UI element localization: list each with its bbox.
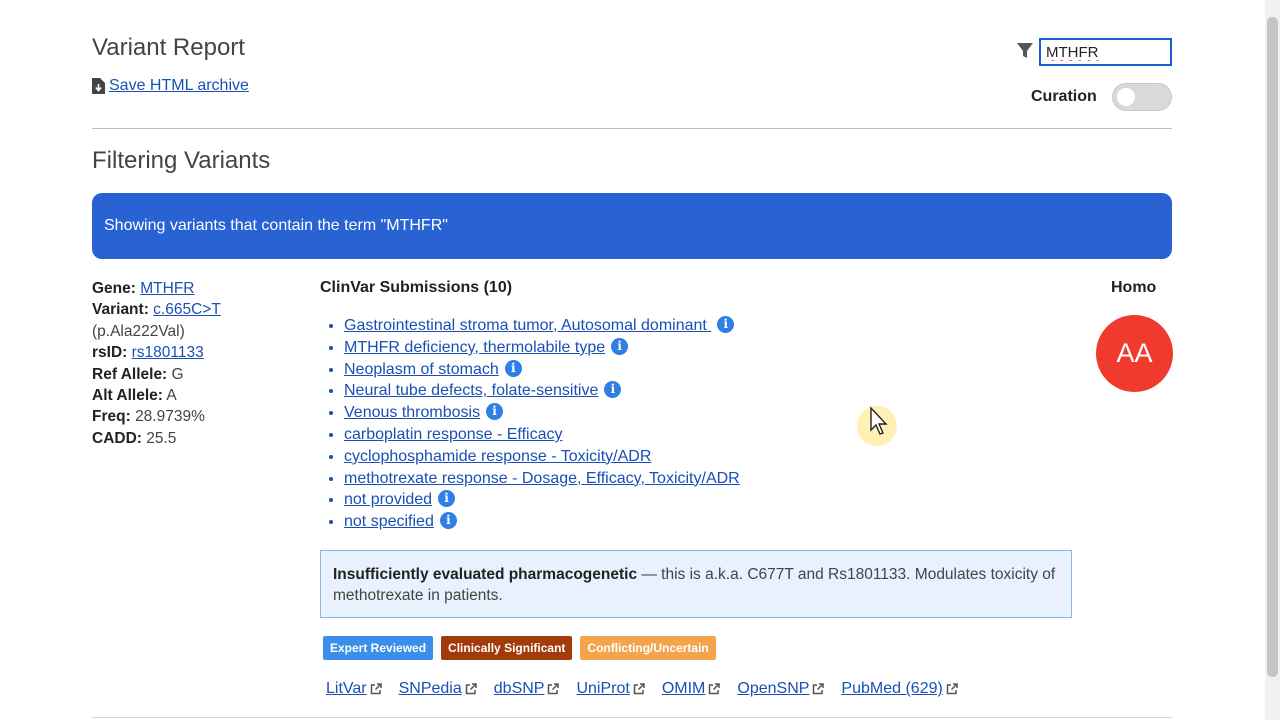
- info-icon[interactable]: i: [439, 512, 457, 530]
- info-icon[interactable]: i: [486, 403, 504, 421]
- ref-allele-row: Ref Allele: G: [92, 364, 221, 385]
- clinvar-condition-item: not specified i: [344, 511, 740, 533]
- filter-banner: Showing variants that contain the term "…: [92, 193, 1172, 259]
- section-title: Filtering Variants: [92, 147, 271, 174]
- save-html-archive-link[interactable]: Save HTML archive: [92, 77, 249, 95]
- clinvar-condition-link[interactable]: methotrexate response - Dosage, Efficacy…: [344, 470, 740, 487]
- info-icon[interactable]: i: [604, 381, 622, 399]
- clinvar-condition-link[interactable]: Gastrointestinal stroma tumor, Autosomal…: [344, 317, 711, 334]
- clinvar-condition-item: Gastrointestinal stroma tumor, Autosomal…: [344, 315, 740, 337]
- ref-allele-value: G: [171, 365, 184, 383]
- external-link-icon: [548, 683, 560, 695]
- gene-link[interactable]: MTHFR: [140, 280, 194, 297]
- rsid-link[interactable]: rs1801133: [132, 344, 204, 361]
- external-link-item: LitVar: [326, 680, 382, 698]
- filter-banner-text: Showing variants that contain the term "…: [104, 217, 448, 234]
- clinvar-condition-link[interactable]: not specified: [344, 513, 434, 530]
- alt-allele-label: Alt Allele:: [92, 387, 163, 405]
- filter-icon: [1017, 43, 1033, 58]
- gene-label: Gene:: [92, 280, 136, 297]
- ref-allele-label: Ref Allele:: [92, 365, 168, 383]
- toggle-knob: [1117, 88, 1135, 106]
- clinvar-condition-item: cyclophosphamide response - Toxicity/ADR: [344, 446, 740, 468]
- clinvar-condition-link[interactable]: MTHFR deficiency, thermolabile type: [344, 339, 605, 356]
- external-link-icon: [370, 683, 382, 695]
- external-link-item: OpenSNP: [737, 680, 825, 698]
- external-link[interactable]: dbSNP: [494, 680, 545, 698]
- freq-value: 28.9739%: [135, 408, 205, 426]
- review-badge: Conflicting/Uncertain: [580, 636, 716, 660]
- clinvar-condition-item: methotrexate response - Dosage, Efficacy…: [344, 468, 740, 490]
- clinvar-condition-link[interactable]: not provided: [344, 491, 432, 508]
- external-link[interactable]: PubMed (629): [841, 680, 942, 698]
- external-link-item: PubMed (629): [841, 680, 958, 698]
- review-badge: Clinically Significant: [441, 636, 573, 660]
- scrollbar-thumb[interactable]: [1267, 17, 1278, 677]
- external-link-icon: [813, 683, 825, 695]
- bottom-divider: [92, 717, 1172, 718]
- save-html-archive-label: Save HTML archive: [109, 77, 249, 94]
- clinvar-condition-item: Neural tube defects, folate-sensitive i: [344, 380, 740, 402]
- clinvar-condition-link[interactable]: Venous thrombosis: [344, 404, 480, 421]
- info-icon[interactable]: i: [438, 490, 456, 508]
- external-link[interactable]: SNPedia: [399, 680, 462, 698]
- clinvar-heading: ClinVar Submissions (10): [320, 279, 513, 296]
- external-link-icon: [946, 683, 958, 695]
- curation-toggle[interactable]: [1112, 83, 1172, 111]
- clinvar-condition-item: carboplatin response - Efficacy: [344, 424, 740, 446]
- review-badges: Expert Reviewed Clinically Significant Con…: [323, 636, 716, 660]
- freq-label: Freq:: [92, 408, 131, 426]
- zygosity-label: Homo: [1111, 279, 1157, 296]
- external-link-icon: [465, 683, 477, 695]
- info-icon[interactable]: i: [504, 359, 522, 377]
- curation-label: Curation: [1031, 88, 1097, 105]
- clinvar-condition-link[interactable]: Neoplasm of stomach: [344, 361, 499, 378]
- review-badge: Expert Reviewed: [323, 636, 434, 660]
- cadd-row: CADD: 25.5: [92, 428, 221, 449]
- external-link-item: OMIM: [662, 680, 721, 698]
- clinvar-condition-item: not provided i: [344, 489, 740, 511]
- genotype-avatar: AA: [1096, 315, 1173, 392]
- alt-allele-row: Alt Allele: A: [92, 385, 221, 406]
- file-download-icon: [92, 78, 105, 94]
- variant-link[interactable]: c.665C>T: [153, 301, 221, 318]
- note-title: Insufficiently evaluated pharmacogenetic: [333, 566, 638, 583]
- gene-row: Gene: MTHFR: [92, 278, 221, 299]
- external-link[interactable]: OMIM: [662, 680, 706, 698]
- info-icon[interactable]: i: [611, 337, 629, 355]
- info-icon[interactable]: i: [717, 316, 735, 333]
- cadd-value: 25.5: [146, 429, 177, 447]
- external-link-item: UniProt: [576, 680, 645, 698]
- mouse-cursor-icon: [870, 406, 888, 435]
- curation-note: Insufficiently evaluated pharmacogenetic…: [320, 550, 1072, 618]
- external-link-item: dbSNP: [494, 680, 560, 698]
- alt-allele-value: A: [166, 387, 177, 405]
- clinvar-condition-link[interactable]: cyclophosphamide response - Toxicity/ADR: [344, 448, 651, 465]
- page-title: Variant Report: [92, 34, 245, 61]
- clinvar-condition-item: Neoplasm of stomach i: [344, 359, 740, 381]
- external-link-icon: [709, 683, 721, 695]
- rsid-label: rsID:: [92, 344, 128, 362]
- search-input[interactable]: [1039, 38, 1172, 66]
- external-link[interactable]: OpenSNP: [737, 680, 809, 698]
- external-link[interactable]: UniProt: [576, 680, 629, 698]
- variant-info: Gene: MTHFR Variant: c.665C>T (p.Ala222V…: [92, 278, 221, 449]
- cadd-label: CADD:: [92, 429, 142, 447]
- clinvar-condition-link[interactable]: carboplatin response - Efficacy: [344, 426, 562, 443]
- external-link[interactable]: LitVar: [326, 680, 367, 698]
- clinvar-condition-link[interactable]: Neural tube defects, folate-sensitive: [344, 382, 598, 399]
- external-link-item: SNPedia: [399, 680, 477, 698]
- page-scrollbar[interactable]: [1265, 0, 1280, 720]
- clinvar-conditions-list: Gastrointestinal stroma tumor, Autosomal…: [326, 315, 740, 533]
- external-links: LitVar SNPedia dbSNP UniProt OMIM OpenSNP PubM…: [326, 680, 958, 698]
- external-link-icon: [633, 683, 645, 695]
- clinvar-condition-item: Venous thrombosis i: [344, 402, 740, 424]
- variant-label: Variant:: [92, 301, 149, 319]
- clinvar-condition-item: MTHFR deficiency, thermolabile type i: [344, 337, 740, 359]
- protein-change: (p.Ala222Val): [92, 322, 185, 340]
- freq-row: Freq: 28.9739%: [92, 406, 221, 427]
- variant-row: Variant: c.665C>T: [92, 299, 221, 320]
- header-divider: [92, 128, 1172, 129]
- rsid-row: rsID: rs1801133: [92, 342, 221, 363]
